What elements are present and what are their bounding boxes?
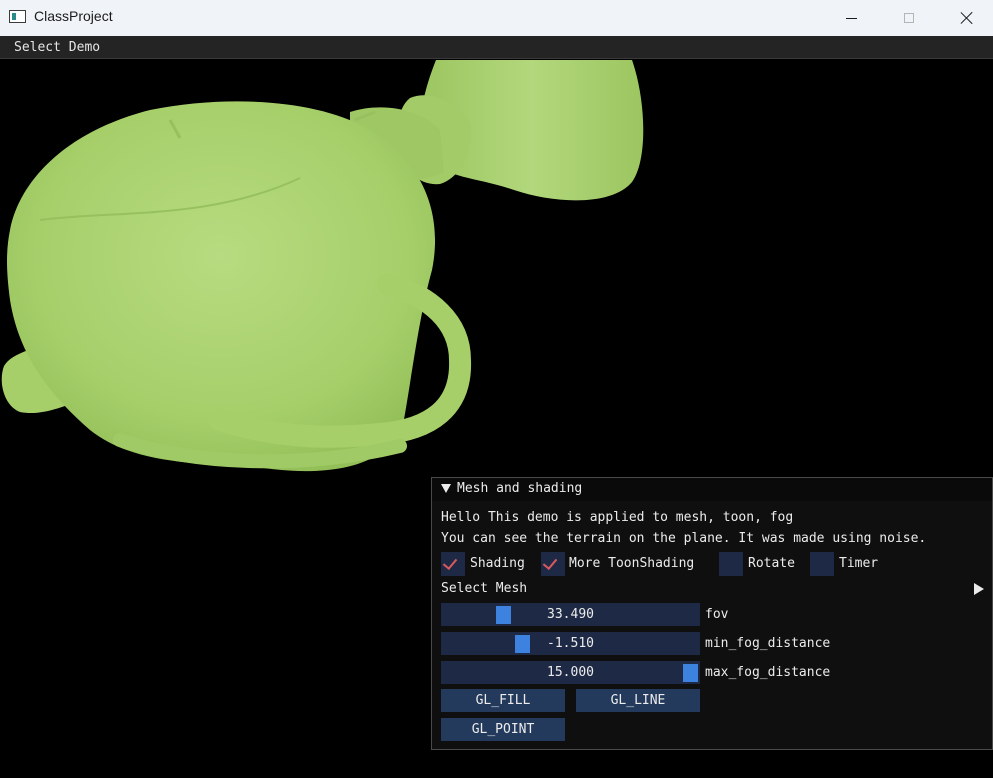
gl-line-button[interactable]: GL_LINE <box>576 689 700 712</box>
maximize-button[interactable] <box>880 0 938 36</box>
window-title: ClassProject <box>34 8 113 24</box>
checkmark-icon <box>442 554 458 571</box>
shading-checkbox[interactable] <box>441 552 465 576</box>
rotate-checkbox[interactable] <box>719 552 743 576</box>
shading-checkbox-label[interactable]: Shading <box>470 556 525 571</box>
slider-value: -1.510 <box>547 636 594 651</box>
close-icon <box>960 11 974 25</box>
min-fog-distance-label: min_fog_distance <box>705 636 831 651</box>
menu-bar: Select Demo <box>0 36 993 59</box>
select-mesh-node[interactable]: Select Mesh <box>441 581 527 596</box>
fov-slider[interactable]: 33.490 <box>441 603 700 626</box>
timer-checkbox-label[interactable]: Timer <box>839 556 878 571</box>
min-fog-distance-slider[interactable]: -1.510 <box>441 632 700 655</box>
expand-arrow-icon[interactable] <box>974 583 984 595</box>
max-fog-distance-slider[interactable]: 15.000 <box>441 661 700 684</box>
maximize-icon <box>904 13 914 23</box>
mesh-shading-window[interactable]: Mesh and shading Hello This demo is appl… <box>431 477 993 750</box>
slider-value: 15.000 <box>547 665 594 680</box>
minimize-icon <box>845 17 857 19</box>
checkmark-icon <box>542 554 558 571</box>
window-header[interactable]: Mesh and shading <box>432 478 992 501</box>
app-window-icon <box>9 10 26 23</box>
info-text: Hello This demo is applied to mesh, toon… <box>441 510 794 525</box>
gl-point-button[interactable]: GL_POINT <box>441 718 565 741</box>
slider-value: 33.490 <box>547 607 594 622</box>
title-bar: ClassProject <box>0 0 993 36</box>
minimize-button[interactable] <box>822 0 880 36</box>
more-toonshading-checkbox[interactable] <box>541 552 565 576</box>
timer-checkbox[interactable] <box>810 552 834 576</box>
max-fog-distance-label: max_fog_distance <box>705 665 831 680</box>
more-toonshading-checkbox-label[interactable]: More ToonShading <box>569 556 694 571</box>
collapse-arrow-icon[interactable] <box>441 484 451 493</box>
close-button[interactable] <box>938 0 993 36</box>
gl-fill-button[interactable]: GL_FILL <box>441 689 565 712</box>
menu-select-demo[interactable]: Select Demo <box>7 40 107 55</box>
info-text: You can see the terrain on the plane. It… <box>441 531 927 546</box>
fov-label: fov <box>705 607 729 622</box>
window-title-label: Mesh and shading <box>457 481 583 496</box>
rotate-checkbox-label[interactable]: Rotate <box>748 556 795 571</box>
